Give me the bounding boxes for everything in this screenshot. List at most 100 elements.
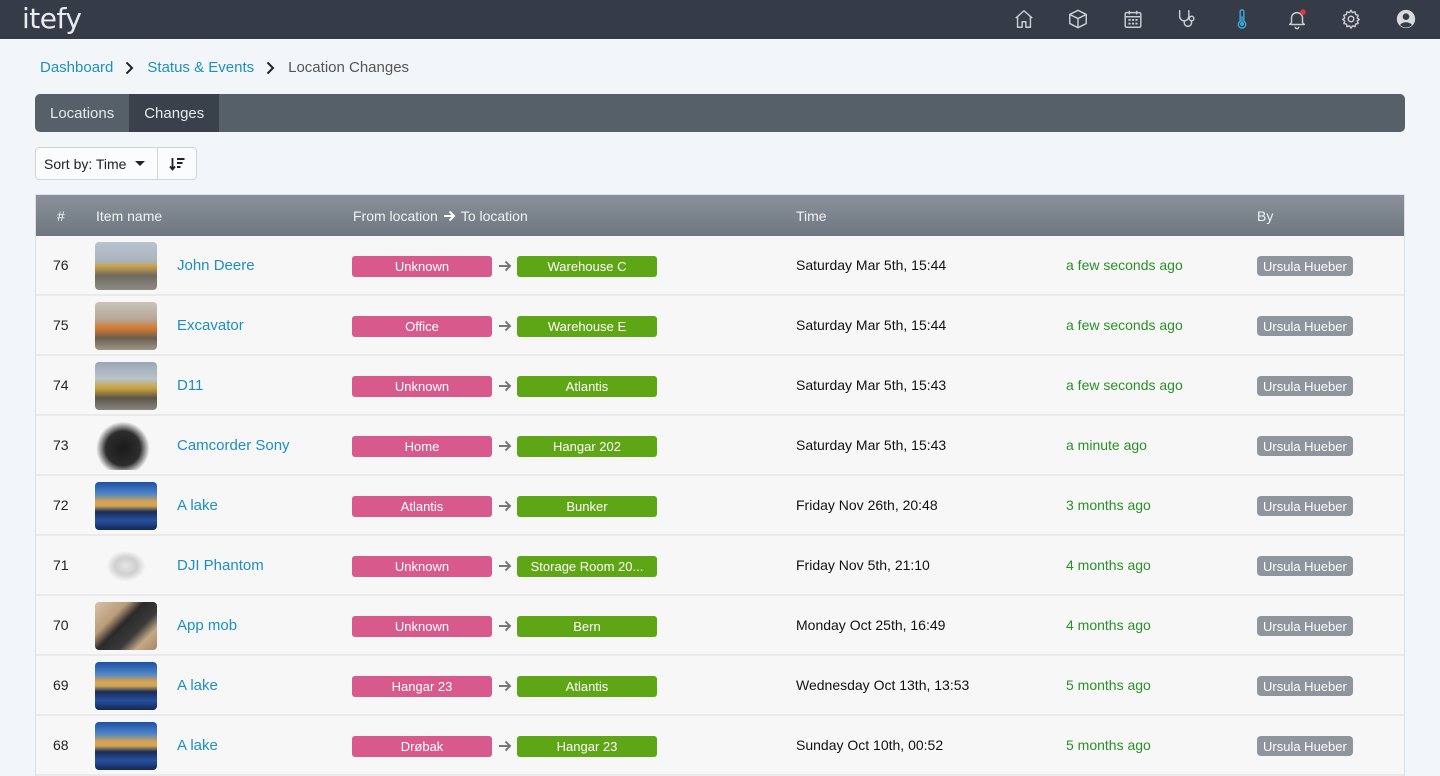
to-location-badge[interactable]: Bunker [517,496,657,517]
header-by: By [1257,207,1274,224]
arrow-right-icon [443,210,456,221]
row-number: 76 [53,257,69,273]
from-location-badge[interactable]: Hangar 23 [352,676,492,697]
item-name-link[interactable]: D11 [177,356,203,414]
item-thumbnail[interactable] [95,482,157,530]
relative-time: a few seconds ago [1066,317,1183,333]
change-time: Sunday Oct 10th, 00:52 [796,737,944,753]
item-name-link[interactable]: A lake [177,716,218,774]
sort-direction-button[interactable] [158,148,196,179]
stethoscope-icon[interactable] [1175,7,1199,31]
item-name-link[interactable]: A lake [177,476,218,534]
item-thumbnail[interactable] [95,302,157,350]
change-time: Friday Nov 5th, 21:10 [796,557,930,573]
item-thumbnail[interactable] [95,722,157,770]
gear-icon[interactable] [1339,7,1363,31]
user-badge[interactable]: Ursula Hueber [1257,676,1353,696]
from-location-badge[interactable]: Unknown [352,616,492,637]
arrow-right-icon [499,560,512,572]
row-number: 68 [53,737,69,753]
relative-time: 4 months ago [1066,557,1151,573]
table-header: # Item name From location To location Ti… [36,195,1404,236]
user-badge[interactable]: Ursula Hueber [1257,436,1353,456]
from-location-badge[interactable]: Home [352,436,492,457]
box-icon[interactable] [1066,7,1090,31]
relative-time: 3 months ago [1066,497,1151,513]
relative-time: 4 months ago [1066,617,1151,633]
table-row: 72 A lake Atlantis Bunker Friday Nov 26t… [36,476,1404,536]
user-badge[interactable]: Ursula Hueber [1257,376,1353,396]
relative-time: a minute ago [1066,437,1147,453]
breadcrumb-status-events[interactable]: Status & Events [147,59,254,76]
header-time: Time [796,207,827,224]
arrow-right-icon [499,380,512,392]
to-location-badge[interactable]: Atlantis [517,376,657,397]
row-number: 73 [53,437,69,453]
from-location-badge[interactable]: Unknown [352,556,492,577]
tab-bar: Locations Changes [35,94,1405,132]
thermometer-icon[interactable] [1230,7,1254,31]
user-badge[interactable]: Ursula Hueber [1257,556,1353,576]
change-time: Wednesday Oct 13th, 13:53 [796,677,970,693]
item-name-link[interactable]: A lake [177,656,218,714]
item-thumbnail[interactable] [95,542,157,590]
sort-controls: Sort by: Time [35,147,197,180]
top-navbar: itefy [0,0,1440,39]
row-number: 69 [53,677,69,693]
row-number: 72 [53,497,69,513]
change-time: Saturday Mar 5th, 15:44 [796,317,947,333]
from-location-badge[interactable]: Unknown [352,376,492,397]
to-location-badge[interactable]: Hangar 202 [517,436,657,457]
item-name-link[interactable]: John Deere [177,236,255,294]
bell-icon[interactable] [1285,7,1309,31]
to-location-badge[interactable]: Warehouse C [517,256,657,277]
user-badge[interactable]: Ursula Hueber [1257,496,1353,516]
table-row: 73 Camcorder Sony Home Hangar 202 Saturd… [36,416,1404,476]
header-item-name: Item name [96,207,163,224]
user-badge[interactable]: Ursula Hueber [1257,616,1353,636]
arrow-right-icon [499,500,512,512]
sort-by-dropdown[interactable]: Sort by: Time [36,148,158,179]
row-number: 74 [53,377,69,393]
arrow-right-icon [499,260,512,272]
header-num: # [57,207,65,224]
arrow-right-icon [499,620,512,632]
home-icon[interactable] [1012,7,1036,31]
row-number: 75 [53,317,69,333]
tab-changes[interactable]: Changes [129,94,220,132]
row-number: 70 [53,617,69,633]
from-location-badge[interactable]: Drøbak [352,736,492,757]
breadcrumb-dashboard[interactable]: Dashboard [40,59,113,76]
item-name-link[interactable]: Excavator [177,296,244,354]
from-location-badge[interactable]: Unknown [352,256,492,277]
to-location-badge[interactable]: Storage Room 20... [517,556,657,577]
tab-locations[interactable]: Locations [35,94,129,132]
item-thumbnail[interactable] [95,242,157,290]
from-location-badge[interactable]: Office [352,316,492,337]
table-row: 74 D11 Unknown Atlantis Saturday Mar 5th… [36,356,1404,416]
table-row: 69 A lake Hangar 23 Atlantis Wednesday O… [36,656,1404,716]
to-location-badge[interactable]: Bern [517,616,657,637]
relative-time: a few seconds ago [1066,377,1183,393]
table-row: 75 Excavator Office Warehouse E Saturday… [36,296,1404,356]
item-name-link[interactable]: Camcorder Sony [177,416,290,474]
change-time: Friday Nov 26th, 20:48 [796,497,938,513]
user-badge[interactable]: Ursula Hueber [1257,256,1353,276]
user-avatar-icon[interactable] [1394,7,1418,31]
table-row: 70 App mob Unknown Bern Monday Oct 25th,… [36,596,1404,656]
relative-time: a few seconds ago [1066,257,1183,273]
from-location-badge[interactable]: Atlantis [352,496,492,517]
to-location-badge[interactable]: Hangar 23 [517,736,657,757]
item-name-link[interactable]: App mob [177,596,237,654]
item-thumbnail[interactable] [95,662,157,710]
app-logo[interactable]: itefy [22,2,82,35]
calendar-icon[interactable] [1121,7,1145,31]
item-thumbnail[interactable] [95,602,157,650]
item-name-link[interactable]: DJI Phantom [177,536,264,594]
to-location-badge[interactable]: Warehouse E [517,316,657,337]
user-badge[interactable]: Ursula Hueber [1257,316,1353,336]
user-badge[interactable]: Ursula Hueber [1257,736,1353,756]
item-thumbnail[interactable] [95,362,157,410]
to-location-badge[interactable]: Atlantis [517,676,657,697]
item-thumbnail[interactable] [95,422,157,470]
